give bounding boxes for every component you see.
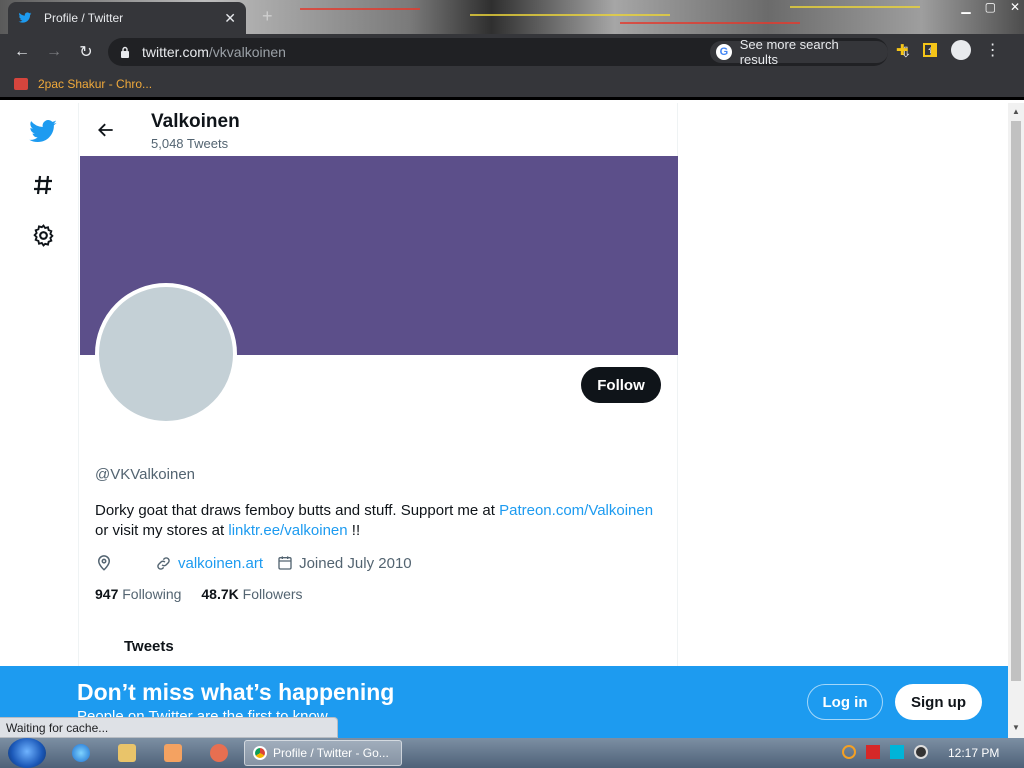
lock-icon bbox=[121, 46, 129, 58]
twitter-favicon-icon bbox=[18, 12, 32, 23]
search-results-chip[interactable]: G See more search results bbox=[710, 37, 888, 67]
calendar-icon bbox=[278, 556, 292, 570]
system-tray bbox=[842, 745, 928, 759]
signup-button[interactable]: Sign up bbox=[895, 684, 982, 720]
patreon-link[interactable]: Patreon.com/Valkoinen bbox=[499, 502, 653, 519]
scroll-up-icon[interactable]: ▲ bbox=[1012, 107, 1020, 116]
follow-button[interactable]: Follow bbox=[581, 367, 661, 403]
scrollbar-thumb[interactable] bbox=[1011, 121, 1021, 681]
hashtag-icon[interactable] bbox=[31, 173, 55, 197]
browser-tab-active[interactable]: Profile / Twitter ✕ bbox=[8, 2, 246, 34]
tray-app-icon[interactable] bbox=[866, 745, 880, 759]
tab-title: Profile / Twitter bbox=[44, 11, 124, 25]
followers-label: Followers bbox=[242, 586, 303, 602]
profile-header: Valkoinen 5,048 Tweets bbox=[79, 103, 679, 156]
chrome-icon bbox=[253, 746, 267, 760]
taskbar-clock[interactable]: 12:17 PM bbox=[948, 746, 999, 760]
linktree-link[interactable]: linktr.ee/valkoinen bbox=[228, 522, 347, 539]
network-icon[interactable] bbox=[890, 745, 904, 759]
location-icon bbox=[97, 555, 111, 571]
extensions-icon[interactable]: ✚ bbox=[896, 41, 909, 59]
profile-bio: Dorky goat that draws femboy butts and s… bbox=[95, 501, 655, 541]
joined-item: Joined July 2010 bbox=[277, 555, 412, 572]
start-button[interactable] bbox=[8, 738, 46, 768]
followers-stat[interactable]: 48.7K Followers bbox=[201, 586, 302, 602]
file-explorer-icon[interactable] bbox=[118, 744, 136, 762]
bookmark-item[interactable]: 2pac Shakur - Chro... bbox=[38, 77, 152, 91]
following-count: 947 bbox=[95, 586, 119, 602]
app-icon[interactable] bbox=[210, 744, 228, 762]
location-item bbox=[95, 554, 119, 572]
profile-avatar-icon[interactable] bbox=[950, 40, 971, 60]
media-player-icon[interactable] bbox=[164, 744, 182, 762]
profile-meta: valkoinen.art Joined July 2010 bbox=[95, 554, 426, 572]
bookmark-favicon-icon bbox=[14, 77, 28, 90]
link-icon bbox=[157, 556, 170, 570]
reload-icon[interactable]: ↻ bbox=[70, 42, 102, 62]
tab-close-icon[interactable]: ✕ bbox=[224, 10, 236, 27]
login-button[interactable]: Log in bbox=[807, 684, 883, 720]
wallpaper-streak bbox=[470, 14, 670, 16]
profile-stats: 947 Following 48.7K Followers bbox=[95, 586, 303, 602]
bio-text: !! bbox=[347, 522, 361, 539]
google-icon: G bbox=[716, 44, 732, 60]
new-tab-icon[interactable]: + bbox=[262, 6, 273, 27]
tab-tweets[interactable]: Tweets bbox=[124, 638, 174, 655]
browser-toolbar: ← → ↻ twitter.com/vkvalkoinen G See more… bbox=[0, 34, 1024, 70]
following-label: Following bbox=[122, 586, 182, 602]
profile-avatar[interactable] bbox=[95, 283, 237, 425]
extension-area: ✚ ⋮ bbox=[896, 40, 1001, 60]
side-panel-icon[interactable] bbox=[922, 43, 937, 57]
twitter-bird-icon[interactable] bbox=[28, 117, 58, 147]
browser-status-bubble: Waiting for cache... bbox=[0, 717, 338, 738]
browser-menu-icon[interactable]: ⋮ bbox=[985, 40, 1001, 60]
wallpaper-streak bbox=[790, 6, 920, 8]
page-scrollbar[interactable]: ▲ ▼ bbox=[1008, 103, 1024, 738]
bio-text: or visit my stores at bbox=[95, 522, 229, 539]
profile-name-header: Valkoinen bbox=[151, 111, 240, 132]
wallpaper-streak bbox=[300, 8, 420, 10]
browser-title-bar: Profile / Twitter ✕ + ▁ ▢ ✕ bbox=[0, 0, 1024, 34]
volume-icon[interactable] bbox=[914, 745, 928, 759]
gear-icon[interactable] bbox=[31, 223, 56, 248]
tweet-count: 5,048 Tweets bbox=[151, 136, 229, 151]
bio-text: Dorky goat that draws femboy butts and s… bbox=[95, 502, 500, 519]
wallpaper-streak bbox=[620, 22, 800, 24]
window-controls: ▁ ▢ ✕ bbox=[961, 0, 1020, 14]
website-item: valkoinen.art bbox=[155, 555, 263, 572]
minimize-icon[interactable]: ▁ bbox=[961, 0, 970, 14]
twitter-page: Valkoinen 5,048 Tweets Follow @VKValkoin… bbox=[0, 103, 1008, 666]
followers-count: 48.7K bbox=[201, 586, 239, 602]
address-bar[interactable]: twitter.com/vkvalkoinen G See more searc… bbox=[108, 37, 964, 67]
following-stat[interactable]: 947 Following bbox=[95, 586, 181, 602]
forward-icon[interactable]: → bbox=[38, 43, 70, 61]
back-arrow-icon[interactable] bbox=[96, 120, 116, 140]
profile-handle: @VKValkoinen bbox=[95, 466, 196, 483]
close-window-icon[interactable]: ✕ bbox=[1010, 0, 1020, 14]
joined-date: Joined July 2010 bbox=[299, 554, 412, 572]
windows-taskbar: Profile / Twitter - Go... 12:17 PM bbox=[0, 738, 1024, 768]
cta-headline: Don’t miss what’s happening bbox=[77, 679, 395, 705]
search-tray-icon[interactable] bbox=[842, 745, 856, 759]
taskbar-chrome-task[interactable]: Profile / Twitter - Go... bbox=[244, 740, 402, 766]
task-label: Profile / Twitter - Go... bbox=[273, 746, 389, 760]
scroll-down-icon[interactable]: ▼ bbox=[1012, 723, 1020, 732]
website-link[interactable]: valkoinen.art bbox=[178, 555, 263, 572]
search-chip-label: See more search results bbox=[739, 37, 839, 67]
left-navigation bbox=[0, 103, 78, 666]
internet-explorer-icon[interactable] bbox=[72, 744, 90, 762]
back-icon[interactable]: ← bbox=[6, 43, 38, 61]
profile-column: Valkoinen 5,048 Tweets Follow @VKValkoin… bbox=[78, 103, 678, 666]
bookmarks-bar: 2pac Shakur - Chro... bbox=[0, 70, 1024, 100]
url-path: /vkvalkoinen bbox=[208, 44, 286, 60]
url-host: twitter.com bbox=[142, 44, 209, 60]
maximize-icon[interactable]: ▢ bbox=[985, 0, 996, 14]
